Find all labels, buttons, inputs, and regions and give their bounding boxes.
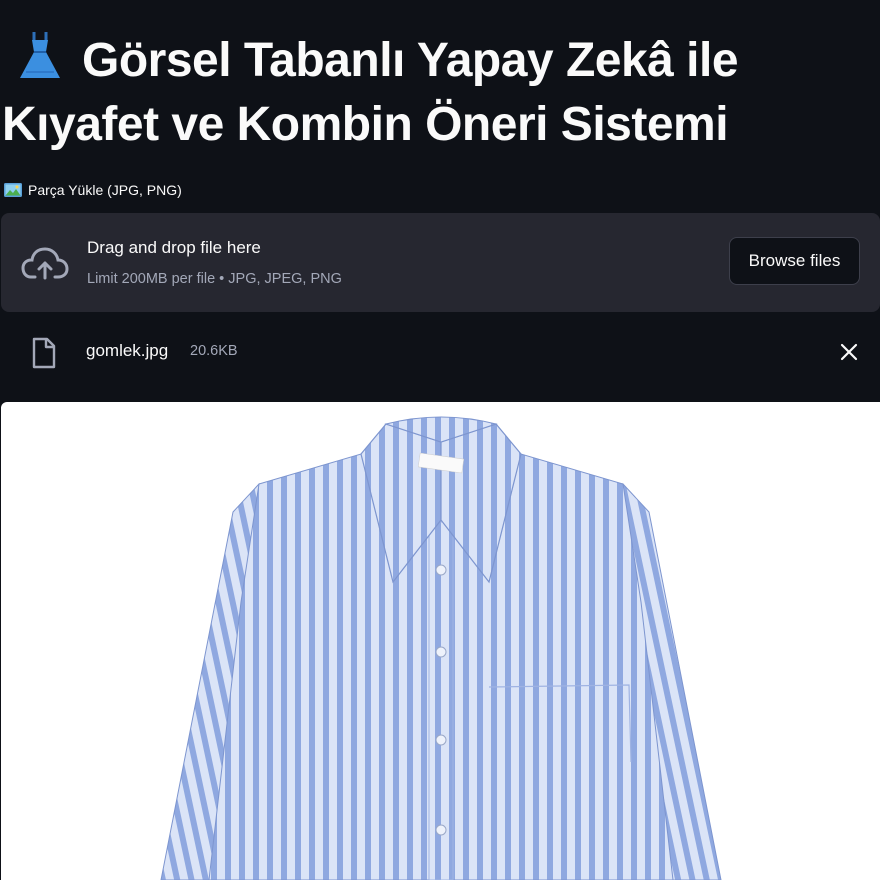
uploaded-file-row: gomlek.jpg 20.6KB <box>0 332 880 372</box>
browse-files-button[interactable]: Browse files <box>729 237 860 285</box>
page-title-text: Görsel Tabanlı Yapay Zekâ ile Kıyafet ve… <box>2 34 739 151</box>
uploader-label-text: Parça Yükle (JPG, PNG) <box>28 182 182 198</box>
uploaded-file-name: gomlek.jpg <box>86 341 169 360</box>
framed-picture-icon <box>4 183 22 197</box>
cloud-upload-icon <box>21 247 69 280</box>
uploader-label: Parça Yükle (JPG, PNG) <box>4 182 182 198</box>
uploaded-file-size: 20.6KB <box>190 343 238 359</box>
close-icon[interactable] <box>838 341 860 363</box>
uploaded-image-preview <box>1 402 880 880</box>
file-dropzone[interactable]: Drag and drop file here Limit 200MB per … <box>1 213 880 312</box>
dress-icon <box>20 32 60 78</box>
page-title: Görsel Tabanlı Yapay Zekâ ile Kıyafet ve… <box>2 28 878 157</box>
file-icon <box>32 337 56 369</box>
striped-shirt-image <box>160 416 722 880</box>
dropzone-title: Drag and drop file here <box>87 238 261 257</box>
dropzone-limit: Limit 200MB per file • JPG, JPEG, PNG <box>87 271 342 287</box>
